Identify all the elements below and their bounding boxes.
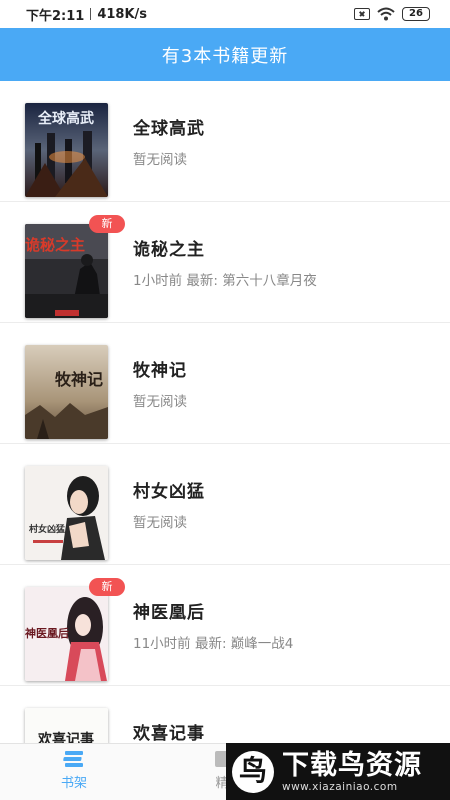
book-cover[interactable]: 神医凰后 xyxy=(25,587,108,681)
book-row[interactable]: 全球高武 全球高武 暂无阅读 xyxy=(0,81,450,202)
book-cover-wrap: 神医凰后 新 xyxy=(25,578,125,681)
book-info: 全球高武 暂无阅读 xyxy=(133,114,430,168)
status-network-speed: 418K/s xyxy=(97,6,148,22)
tab-bookshelf-label: 书架 xyxy=(60,776,87,791)
watermark-title: 下载鸟资源 xyxy=(282,749,422,781)
book-row[interactable]: 欢喜记事 欢喜记事 xyxy=(0,686,450,743)
book-title: 牧神记 xyxy=(133,361,187,381)
cover-title-text: 诡秘之主 xyxy=(25,236,85,254)
book-cover-wrap: 欢喜记事 xyxy=(25,708,108,743)
watermark-overlay: 鸟 下载鸟资源 www.xiazainiao.com xyxy=(226,743,450,800)
book-cover-wrap: 牧神记 xyxy=(25,345,108,439)
book-cover[interactable]: 村女凶猛 xyxy=(25,466,108,560)
cover-title-text: 全球高武 xyxy=(37,110,94,127)
book-status: 暂无阅读 xyxy=(133,394,187,410)
tab-bookshelf[interactable]: 书架 xyxy=(24,750,124,791)
cover-art-cunnv: 村女凶猛 xyxy=(25,466,108,560)
book-title: 全球高武 xyxy=(133,119,205,139)
cover-art-mushen: 牧神记 xyxy=(25,345,108,439)
new-badge: 新 xyxy=(89,215,125,233)
cover-title-text: 村女凶猛 xyxy=(29,523,65,535)
book-list[interactable]: 全球高武 全球高武 暂无阅读 诡秘之主 新 诡秘之主 1小时前 最新: 第六十八… xyxy=(0,81,450,743)
cover-art-quanqiu: 全球高武 xyxy=(25,103,108,197)
book-status: 暂无阅读 xyxy=(133,152,187,168)
watermark-text: 下载鸟资源 www.xiazainiao.com xyxy=(282,749,422,793)
new-badge: 新 xyxy=(89,578,125,596)
book-info: 村女凶猛 暂无阅读 xyxy=(133,477,430,531)
book-title: 村女凶猛 xyxy=(133,482,205,502)
book-title: 诡秘之主 xyxy=(133,240,205,260)
book-row[interactable]: 神医凰后 新 神医凰后 11小时前 最新: 巅峰一战4 xyxy=(0,565,450,686)
update-banner-title: 有3本书籍更新 xyxy=(161,45,289,67)
book-cover[interactable]: 牧神记 xyxy=(25,345,108,439)
book-info: 牧神记 暂无阅读 xyxy=(133,356,430,410)
book-status: 暂无阅读 xyxy=(133,515,187,531)
status-time: 下午2:11 xyxy=(26,8,85,24)
watermark-logo: 鸟 xyxy=(232,750,274,793)
book-title: 欢喜记事 xyxy=(133,724,205,743)
bookshelf-icon xyxy=(63,751,83,767)
status-left: 下午2:11 418K/s xyxy=(26,5,147,24)
cover-art-guimi: 诡秘之主 xyxy=(25,224,108,318)
book-cover-wrap: 村女凶猛 xyxy=(25,466,108,560)
book-cover-wrap: 全球高武 xyxy=(25,103,108,197)
cover-art-huanxi: 欢喜记事 xyxy=(25,708,108,743)
book-row[interactable]: 村女凶猛 村女凶猛 暂无阅读 xyxy=(0,444,450,565)
book-row[interactable]: 牧神记 牧神记 暂无阅读 xyxy=(0,323,450,444)
book-cover-wrap: 诡秘之主 新 xyxy=(25,215,125,318)
book-info: 神医凰后 11小时前 最新: 巅峰一战4 xyxy=(133,598,430,652)
wifi-icon xyxy=(377,7,395,21)
book-cover[interactable]: 诡秘之主 xyxy=(25,224,108,318)
book-info: 欢喜记事 xyxy=(133,719,430,743)
battery-icon: 26 xyxy=(402,7,430,21)
watermark-url: www.xiazainiao.com xyxy=(282,780,398,793)
cover-art-shenyi: 神医凰后 xyxy=(25,587,108,681)
status-divider xyxy=(90,8,92,20)
status-right: 26 xyxy=(354,7,430,21)
cover-title-text: 牧神记 xyxy=(55,370,103,389)
book-row[interactable]: 诡秘之主 新 诡秘之主 1小时前 最新: 第六十八章月夜 xyxy=(0,202,450,323)
book-status: 1小时前 最新: 第六十八章月夜 xyxy=(133,273,317,289)
cover-title-text: 神医凰后 xyxy=(25,626,69,640)
book-cover[interactable]: 欢喜记事 xyxy=(25,708,108,743)
book-info: 诡秘之主 1小时前 最新: 第六十八章月夜 xyxy=(133,235,430,289)
status-bar: 下午2:11 418K/s 26 xyxy=(0,0,450,28)
book-status: 11小时前 最新: 巅峰一战4 xyxy=(133,636,294,652)
book-title: 神医凰后 xyxy=(133,603,205,623)
book-cover[interactable]: 全球高武 xyxy=(25,103,108,197)
cover-title-text: 欢喜记事 xyxy=(37,731,94,743)
no-sim-icon xyxy=(354,8,370,20)
update-banner: 有3本书籍更新 xyxy=(0,28,450,81)
